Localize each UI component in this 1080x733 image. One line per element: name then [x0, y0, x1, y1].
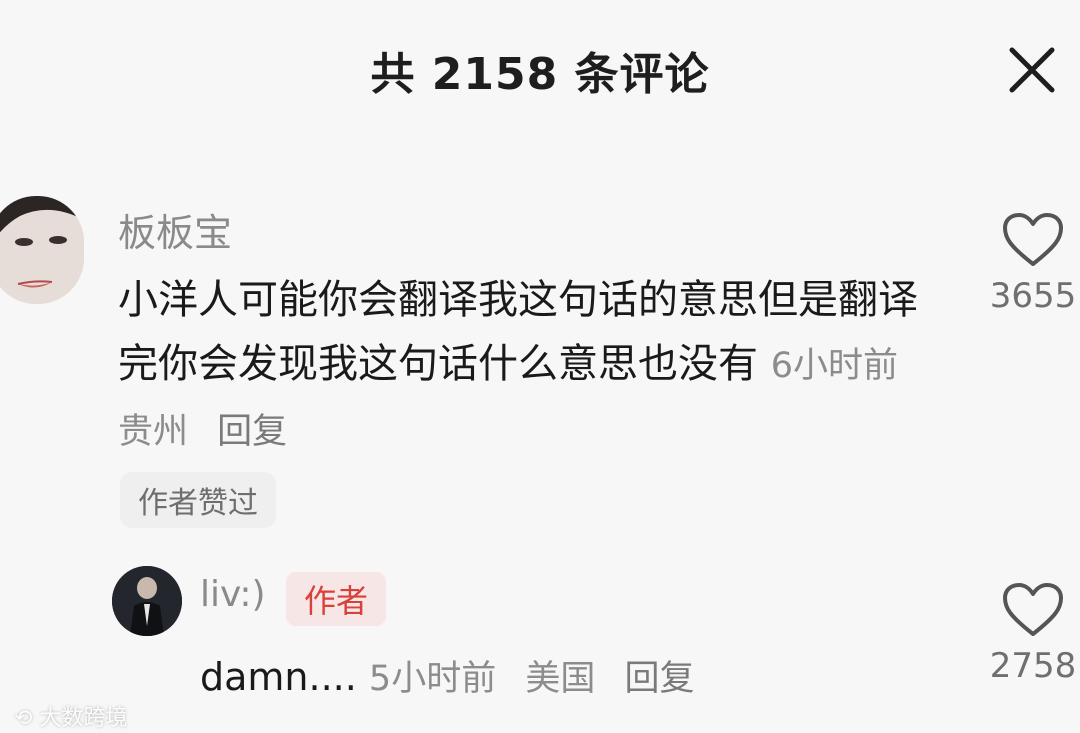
- avatar[interactable]: [0, 196, 84, 304]
- watermark: ⟲ 大数跨境: [14, 700, 127, 732]
- comment-time: 6小时前: [770, 346, 898, 386]
- avatar-face: [0, 196, 84, 304]
- reply-avatar[interactable]: [112, 566, 182, 636]
- reply-text: damn....: [200, 655, 357, 699]
- reply-username[interactable]: liv:): [200, 574, 266, 615]
- comment-item: 板板宝 小洋人可能你会翻译我这句话的意思但是翻译完你会发现我这句话什么意思也没有…: [0, 190, 1080, 540]
- like-count: 3655: [989, 276, 1077, 316]
- reply-meta: 5小时前 美国 回复: [369, 659, 713, 699]
- heart-icon[interactable]: [1002, 212, 1064, 268]
- author-badge: 作者: [286, 572, 387, 626]
- reply-like-group: 2758: [978, 582, 1080, 686]
- reply-item: liv:) 作者 damn.... 5小时前 美国 回复 2758: [0, 560, 1080, 733]
- reply-location: 美国: [525, 659, 596, 699]
- comment-count-title: 共 2158 条评论: [370, 49, 710, 100]
- comment-location: 贵州: [118, 412, 189, 452]
- close-icon: [1009, 47, 1055, 93]
- reply-reply-button[interactable]: 回复: [625, 659, 695, 699]
- watermark-logo-icon: ⟲: [14, 706, 33, 731]
- comments-header: 共 2158 条评论: [0, 0, 1080, 140]
- watermark-text: 大数跨境: [39, 706, 128, 731]
- reply-body: damn.... 5小时前 美国 回复: [200, 650, 713, 701]
- close-button[interactable]: [1004, 42, 1060, 98]
- reply-button[interactable]: 回复: [217, 412, 287, 452]
- reply-like-count: 2758: [989, 646, 1077, 686]
- reply-avatar-image: [112, 566, 182, 636]
- author-liked-badge: 作者赞过: [120, 472, 276, 528]
- reply-time: 5小时前: [368, 659, 497, 699]
- heart-icon[interactable]: [1002, 582, 1064, 638]
- comment-body: 小洋人可能你会翻译我这句话的意思但是翻译完你会发现我这句话什么意思也没有 6小时…: [118, 268, 938, 464]
- comment-username[interactable]: 板板宝: [118, 202, 232, 257]
- like-group: 3655: [978, 212, 1080, 316]
